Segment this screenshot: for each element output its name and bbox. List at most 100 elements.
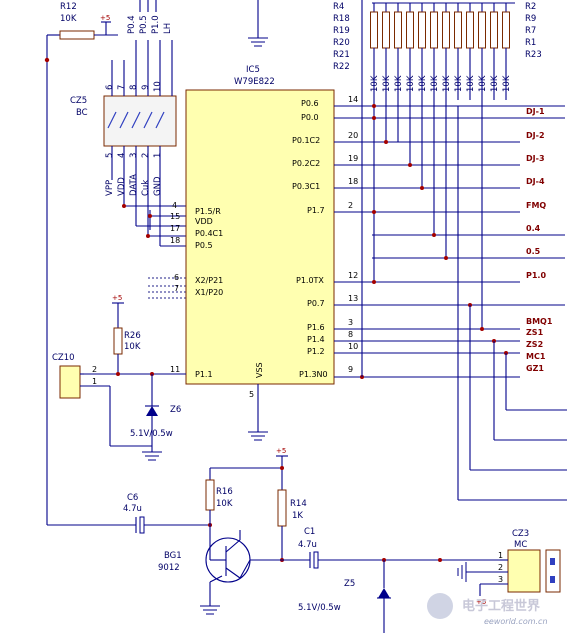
z6-ref: Z6 [170, 405, 181, 415]
ic-pin-vdd: VDD [195, 217, 213, 226]
cz5-top-pin-10: 10 [153, 81, 163, 92]
pullup-value-11: 10K [502, 75, 512, 92]
cz5-ref: CZ5 [70, 96, 87, 106]
cz5-net-vpp: VPP [105, 180, 115, 196]
ic-rpin-num-2: 2 [348, 201, 353, 210]
capacitor-c1: C1 4.7u [282, 527, 500, 569]
cz3-pin-2: 2 [498, 563, 503, 572]
ic-rpin-num-20: 20 [348, 131, 358, 140]
ic-pin-num-6: 6 [174, 273, 179, 282]
ic-pin-x2: X2/P21 [195, 276, 223, 285]
zener-z5: Z5 5.1V/0.5w [298, 560, 391, 633]
r12-power: +5 [100, 14, 110, 22]
cz5-net-p10: P1.0 [151, 15, 161, 34]
pullup-ref-r7: R7 [525, 26, 536, 36]
ic-rpin-num-18: 18 [348, 177, 358, 186]
ic-pin-p07: P0.7 [307, 299, 325, 308]
ic-pin-p15: P1.5/R [195, 207, 221, 216]
net-dj1: DJ-1 [526, 107, 545, 116]
ic-ref: IC5 [246, 65, 260, 75]
ic-pin-p06: P0.6 [301, 99, 319, 108]
pullup-resistor-4 [418, 11, 426, 49]
ic-part: W79E822 [234, 77, 275, 87]
bg1-part: 9012 [158, 563, 180, 573]
ic-pin-p16: P1.6 [307, 323, 325, 332]
cz5-net-vdd: VDD [117, 177, 127, 196]
pullup-resistor-8 [466, 11, 474, 49]
resistor-r26: +5 R26 10K [84, 294, 186, 376]
bg1-ref: BG1 [164, 551, 182, 561]
net-dj4: DJ-4 [526, 177, 545, 186]
cz5-bottom-pin-1: 1 [153, 153, 163, 158]
pullup-resistor-0 [370, 11, 378, 49]
zener-z6: Z6 5.1V/0.5w [130, 374, 181, 461]
pullup-value-9: 10K [478, 75, 488, 92]
ic-w79e822: IC5 W79E822 P1.5/R VDD P0.4C1 P0.5 X2/P2… [170, 65, 358, 399]
ic-rpin-num-19: 19 [348, 154, 358, 163]
pullup-ref-4: R21 [333, 50, 350, 60]
pullup-ref-r2: R2 [525, 2, 536, 12]
ic-pin-num-15: 15 [170, 212, 180, 221]
pullup-value-6: 10K [442, 75, 452, 92]
pullup-ref-0: R4 [333, 2, 344, 12]
pullup-value-0: 10K [370, 75, 380, 92]
pullup-value-3: 10K [406, 75, 416, 92]
ic-pin-p03c1: P0.3C1 [292, 182, 320, 191]
pullup-resistor-1 [382, 11, 390, 49]
ic-rpin-num-10: 10 [348, 342, 358, 351]
ic-pin-num-11: 11 [170, 365, 180, 374]
cz5-value: BC [76, 108, 88, 118]
schematic-diagram: 10K 10K 10K 10K 10K 10K 10K 10K 10K 10K 10K 10K R4 … [44, 0, 567, 633]
net-fmq: FMQ [526, 201, 546, 210]
cz5-top-pin-9: 9 [141, 85, 151, 90]
ic-pin-num-4: 4 [172, 201, 177, 210]
net-zs1: ZS1 [526, 328, 544, 337]
pullup-ref-r23: R23 [525, 50, 542, 60]
cz5-top-pin-8: 8 [129, 85, 139, 90]
pullup-resistor-2 [394, 11, 402, 49]
cz3-pin-3: 3 [498, 575, 503, 584]
r26-value: 10K [124, 342, 141, 352]
r14-ref: R14 [290, 499, 307, 509]
cz3-value: MC [514, 540, 527, 550]
cz10-ref: CZ10 [52, 353, 75, 363]
pullup-ref-1: R18 [333, 14, 350, 24]
pullup-value-8: 10K [466, 75, 476, 92]
pullup-value-7: 10K [454, 75, 464, 92]
watermark-url: eeworld.com.cn [484, 617, 548, 626]
pullup-value-10: 10K [490, 75, 500, 92]
ic-vss-pin: 5 [249, 390, 254, 399]
net-dj3: DJ-3 [526, 154, 545, 163]
transistor-stage: R16 10K +5 R14 1K BG1 9012 [158, 447, 307, 615]
c1-value: 4.7u [298, 540, 317, 550]
ic-pin-p04c1: P0.4C1 [195, 229, 223, 238]
resistor-r12: R12 10K +5 [44, 2, 118, 525]
pullup-ref-3: R20 [333, 38, 350, 48]
r12-ref: R12 [60, 2, 77, 12]
cz5-net-p05: P0.5 [139, 15, 149, 34]
c1-ref: C1 [304, 527, 315, 537]
pullup-resistor-6 [442, 11, 450, 49]
ic-pin-p05: P0.5 [195, 241, 213, 250]
pullup-resistor-7 [454, 11, 462, 49]
ic-pin-p12: P1.2 [307, 347, 325, 356]
cz5-bottom-pin-5: 5 [105, 153, 115, 158]
pullup-resistor-array: 10K 10K 10K 10K 10K 10K 10K 10K 10K 10K 10K 10K R4 … [333, 2, 542, 100]
r16-ref: R16 [216, 487, 233, 497]
ic-rpin-num-12: 12 [348, 271, 358, 280]
ic-rpin-num-13: 13 [348, 294, 358, 303]
net-04: 0.4 [526, 224, 541, 233]
ic-pin-p00: P0.0 [301, 113, 319, 122]
cz5-net-cuk: Cuk [141, 180, 151, 196]
cz5-top-pin-7: 7 [117, 85, 127, 90]
pullup-resistor-3 [406, 11, 414, 49]
net-zs2: ZS2 [526, 340, 543, 349]
ic-pin-num-18: 18 [170, 236, 180, 245]
capacitor-c6: C6 4.7u [47, 493, 212, 534]
z6-value: 5.1V/0.5w [130, 429, 173, 439]
net-gz1: GZ1 [526, 364, 544, 373]
cz10-pin-1: 1 [92, 377, 97, 386]
r26-ref: R26 [124, 331, 141, 341]
pullup-value-1: 10K [382, 75, 392, 92]
r12-value: 10K [60, 14, 77, 24]
